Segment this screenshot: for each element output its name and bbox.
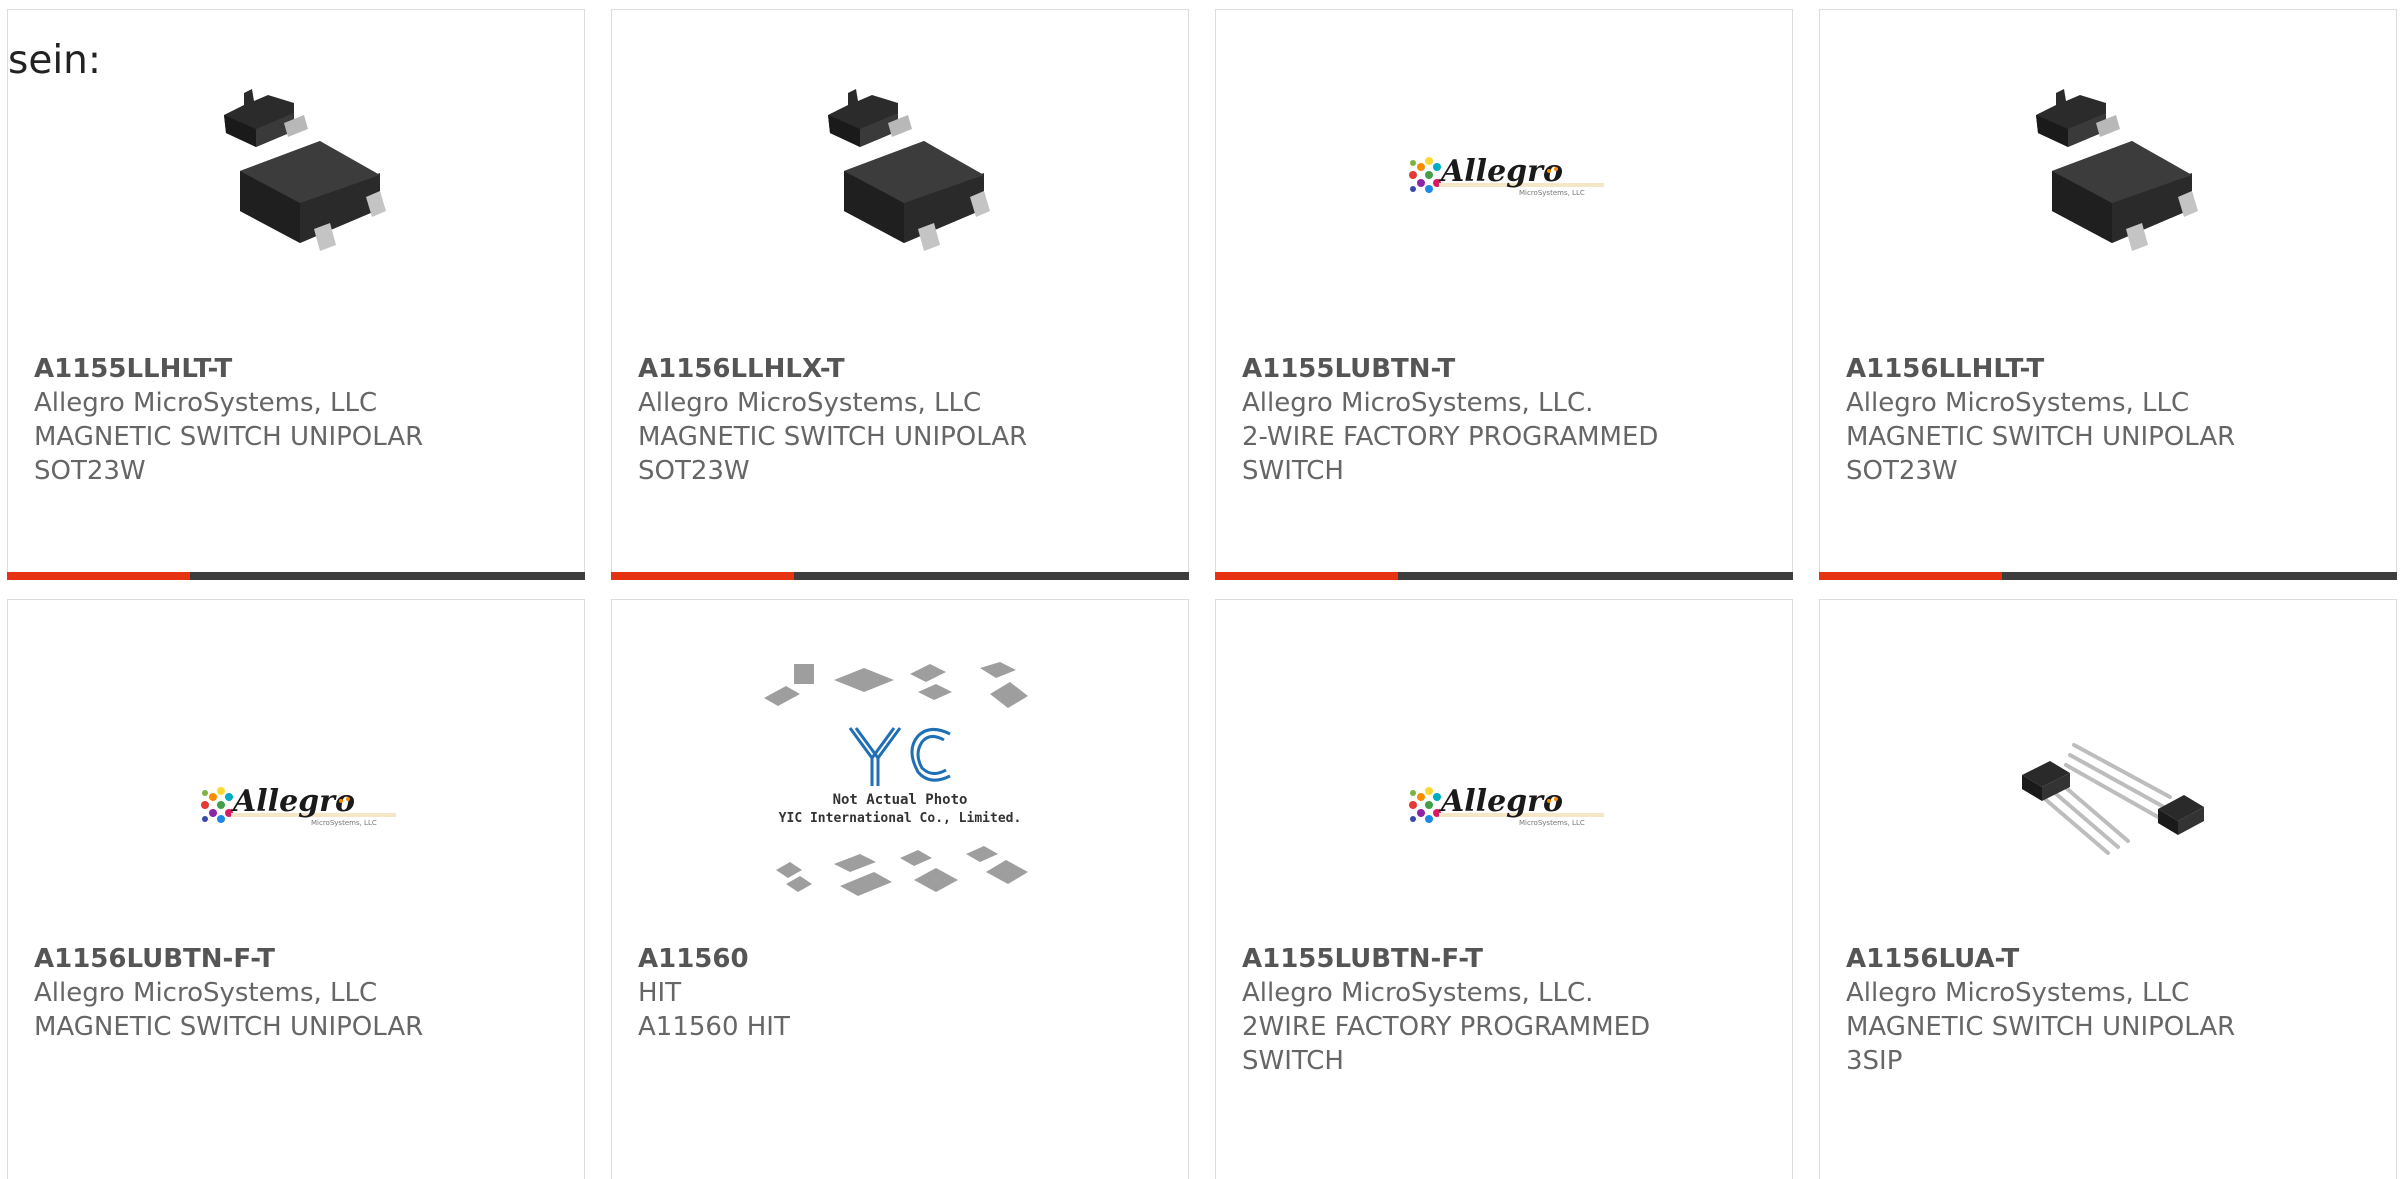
placeholder-company: YIC International Co., Limited. [779, 811, 1022, 826]
card-footer-bar [611, 572, 1189, 580]
product-image [8, 50, 584, 300]
card-footer-bar [1819, 572, 2397, 580]
manufacturer: HIT [638, 978, 682, 1008]
description-line: 2-WIRE FACTORY PROGRAMMED [1242, 422, 1659, 452]
card-accent [7, 572, 190, 580]
description-line: MAGNETIC SWITCH UNIPOLAR [34, 422, 424, 452]
product-card[interactable]: A1156LLHLX-T Allegro MicroSystems, LLC M… [611, 9, 1189, 580]
product-image: Allegro MicroSystems, LLC [8, 680, 584, 930]
description-line: MAGNETIC SWITCH UNIPOLAR [34, 1012, 424, 1042]
part-number: A1156LUBTN-F-T [34, 944, 276, 974]
placeholder-note: Not Actual Photo [833, 792, 968, 808]
logo-sub: MicroSystems, LLC [1519, 189, 1585, 197]
description-line: MAGNETIC SWITCH UNIPOLAR [1846, 1012, 2236, 1042]
manufacturer: Allegro MicroSystems, LLC [34, 388, 378, 418]
description-line: SOT23W [34, 456, 146, 486]
product-image: Allegro MicroSystems, LLC [1216, 50, 1792, 300]
description-line: 3SIP [1846, 1046, 1903, 1076]
logo-sub: MicroSystems, LLC [1519, 819, 1585, 827]
intro-text: sein: [8, 38, 102, 83]
manufacturer: Allegro MicroSystems, LLC [1846, 978, 2190, 1008]
product-image [1820, 50, 2396, 300]
card-footer-bar [1215, 572, 1793, 580]
part-number: A1156LUA-T [1846, 944, 2020, 974]
logo-sub: MicroSystems, LLC [311, 819, 377, 827]
product-image [612, 50, 1188, 300]
logo-brand: Allegro [1438, 154, 1563, 189]
description-line: A11560 HIT [638, 1012, 790, 1042]
description-line: MAGNETIC SWITCH UNIPOLAR [1846, 422, 2236, 452]
description-line: 2WIRE FACTORY PROGRAMMED [1242, 1012, 1651, 1042]
part-number: A1156LLHLX-T [638, 354, 845, 384]
product-card[interactable]: A1155LLHLT-T Allegro MicroSystems, LLC M… [7, 9, 585, 580]
part-number: A11560 [638, 944, 749, 974]
allegro-logo-icon: Allegro MicroSystems, LLC [1409, 784, 1604, 827]
manufacturer: Allegro MicroSystems, LLC. [1242, 388, 1594, 418]
manufacturer: Allegro MicroSystems, LLC. [1242, 978, 1594, 1008]
card-accent [1819, 572, 2002, 580]
product-card[interactable]: Allegro MicroSystems, LLC A1155LUBTN-T A… [1215, 9, 1793, 580]
description-line: SOT23W [638, 456, 750, 486]
yic-placeholder-icon: Not Actual Photo YIC International Co., … [764, 662, 1028, 896]
description-line: SWITCH [1242, 1046, 1344, 1076]
sot23-package-icon [828, 89, 990, 251]
description-line: SWITCH [1242, 456, 1344, 486]
description-line: MAGNETIC SWITCH UNIPOLAR [638, 422, 1028, 452]
product-card[interactable]: A1156LLHLT-T Allegro MicroSystems, LLC M… [1819, 9, 2397, 580]
part-number: A1155LLHLT-T [34, 354, 233, 384]
sip3-package-icon [2022, 743, 2204, 855]
logo-brand: Allegro [230, 784, 355, 819]
manufacturer: Allegro MicroSystems, LLC [34, 978, 378, 1008]
product-card[interactable]: Allegro MicroSystems, LLC A1155LUBTN-F-T… [1215, 599, 1793, 1179]
card-footer-bar [7, 572, 585, 580]
sot23-package-icon [2036, 89, 2198, 251]
product-card[interactable]: Allegro MicroSystems, LLC A1156LUBTN-F-T… [7, 599, 585, 1179]
logo-brand: Allegro [1438, 784, 1563, 819]
part-number: A1156LLHLT-T [1846, 354, 2045, 384]
product-image: Allegro MicroSystems, LLC [1216, 680, 1792, 930]
product-image [1820, 680, 2396, 930]
product-image: Not Actual Photo YIC International Co., … [612, 658, 1188, 918]
sot23-package-icon [224, 89, 386, 251]
manufacturer: Allegro MicroSystems, LLC [638, 388, 982, 418]
card-accent [611, 572, 794, 580]
card-accent [1215, 572, 1398, 580]
part-number: A1155LUBTN-T [1242, 354, 1456, 384]
manufacturer: Allegro MicroSystems, LLC [1846, 388, 2190, 418]
allegro-logo-icon: Allegro MicroSystems, LLC [1409, 154, 1604, 197]
description-line: SOT23W [1846, 456, 1958, 486]
product-card[interactable]: A1156LUA-T Allegro MicroSystems, LLC MAG… [1819, 599, 2397, 1179]
product-card[interactable]: Not Actual Photo YIC International Co., … [611, 599, 1189, 1179]
allegro-logo-icon: Allegro MicroSystems, LLC [201, 784, 396, 827]
part-number: A1155LUBTN-F-T [1242, 944, 1484, 974]
